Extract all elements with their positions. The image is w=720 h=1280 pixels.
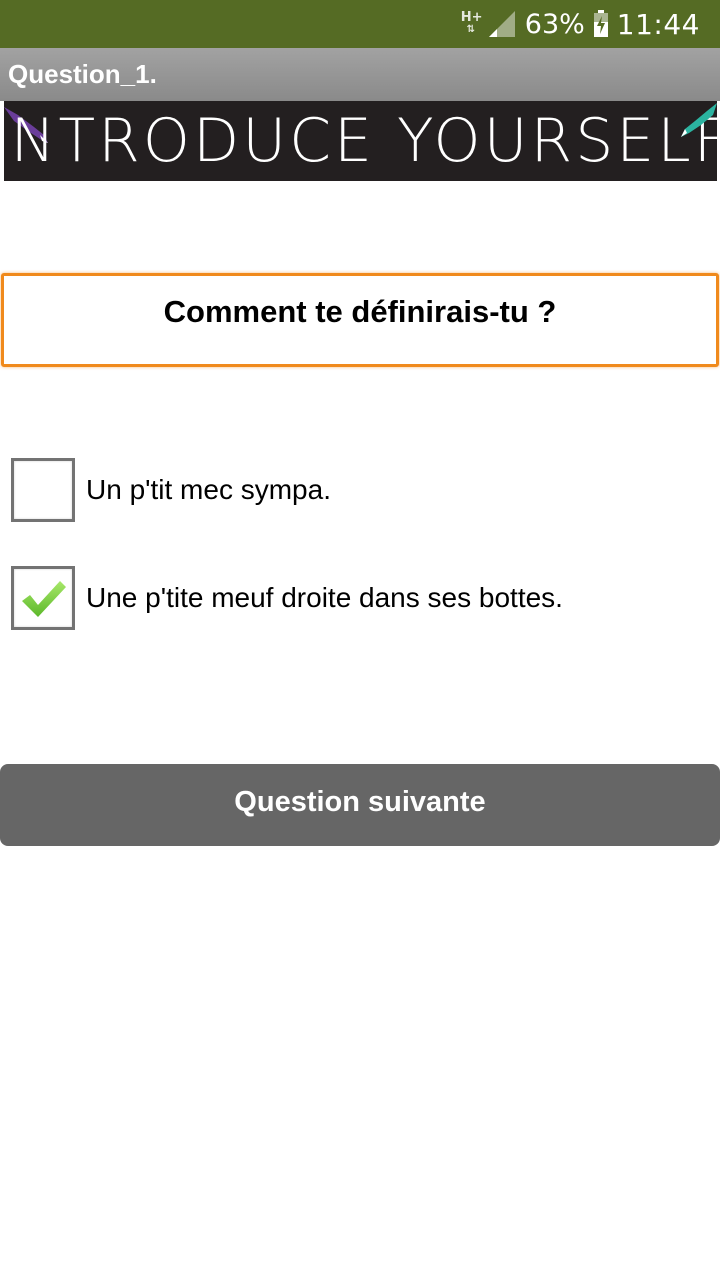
option-2-label: Une p'tite meuf droite dans ses bottes. [86,582,563,613]
option-1-label: Un p'tit mec sympa. [86,474,331,505]
option-2-checkbox[interactable] [11,566,75,630]
clock: 11:44 [616,7,700,41]
network-type-icon: H+ ⇅ [460,10,483,36]
data-arrows-icon: ⇅ [466,24,475,35]
checkmark-icon [22,581,66,617]
screen-title: Question_1. [8,59,157,89]
option-1[interactable]: Un p'tit mec sympa. [11,458,711,522]
option-1-checkbox[interactable] [11,458,75,522]
header-banner-image: INTRODUCE YOURSELF [4,101,717,181]
app-title-bar: Question_1. [0,48,720,101]
signal-strength-icon [488,11,515,37]
option-2[interactable]: Une p'tite meuf droite dans ses bottes. [11,566,711,630]
question-box: Comment te définirais-tu ? [1,273,719,367]
network-type-label: H+ [460,10,483,25]
banner-title: INTRODUCE YOURSELF [4,106,717,176]
status-bar: H+ ⇅ 63% 11:44 [0,0,720,48]
battery-charging-icon [593,10,608,37]
question-text: Comment te définirais-tu ? [163,294,557,329]
quill-pen-icon [681,103,717,137]
next-question-button[interactable]: Question suivante [0,764,720,846]
battery-percent: 63% [524,8,585,40]
